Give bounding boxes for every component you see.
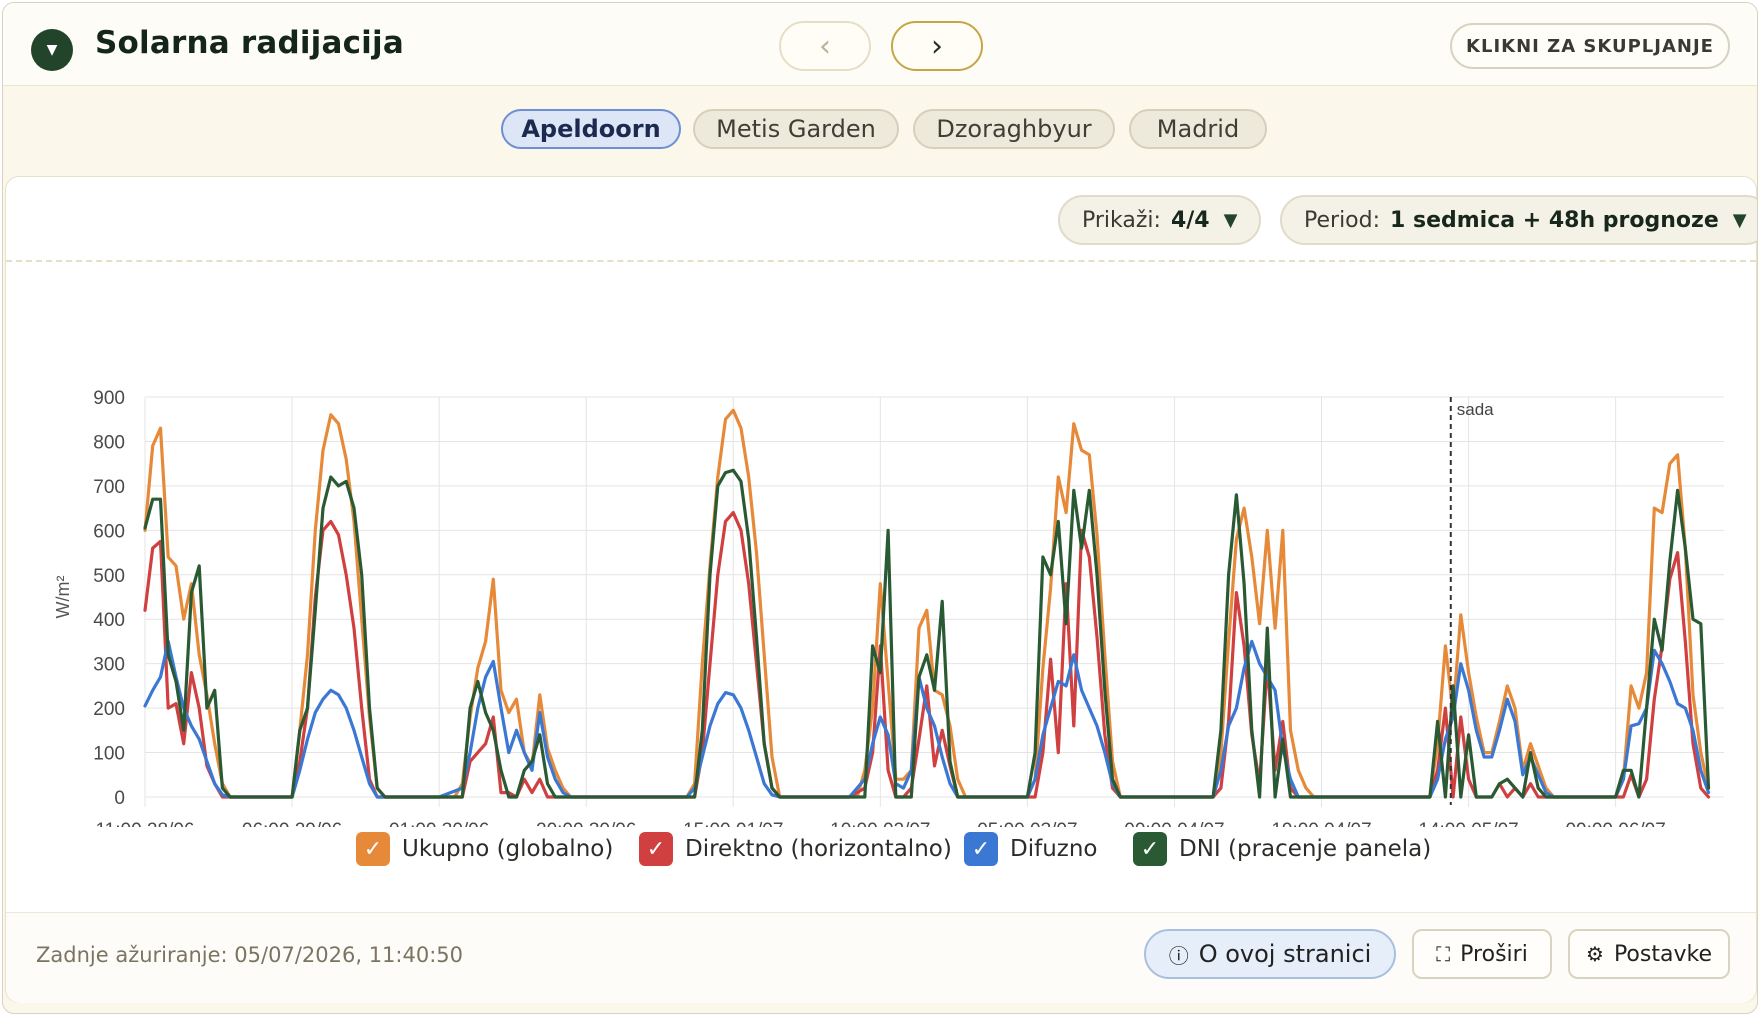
prev-button[interactable]: ‹ <box>779 21 871 71</box>
period-dropdown[interactable]: Period: 1 sedmica + 48h prognoze ▼ <box>1280 195 1757 245</box>
x-tick-label: 19:00 04/07 <box>1271 820 1371 827</box>
settings-button[interactable]: ⚙ Postavke <box>1568 929 1730 979</box>
period-label: Period: <box>1304 207 1381 233</box>
legend-item-direct[interactable]: ✓ Direktno (horizontalno) <box>639 832 952 866</box>
gear-icon: ⚙ <box>1586 942 1604 966</box>
y-tick-label: 900 <box>93 388 125 409</box>
checkbox-checked-icon[interactable]: ✓ <box>964 832 998 866</box>
series-line <box>143 408 1711 799</box>
period-value: 1 sedmica + 48h prognoze <box>1390 207 1719 233</box>
y-tick-label: 500 <box>93 566 125 587</box>
expand-button[interactable]: ⛶ Proširi <box>1412 929 1552 979</box>
x-tick-label: 14:00 05/07 <box>1418 820 1518 827</box>
checkbox-checked-icon[interactable]: ✓ <box>1133 832 1167 866</box>
settings-label: Postavke <box>1613 941 1712 967</box>
about-page-button[interactable]: ⓘ O ovoj stranici <box>1144 929 1396 979</box>
expand-label: Proširi <box>1460 941 1528 967</box>
legend-label: Difuzno <box>1010 836 1098 862</box>
radiation-line-chart: 0 100 200 300 400 500 600 700 800 900 11:00 28/06 0… <box>53 388 1724 827</box>
y-tick-label: 700 <box>93 477 125 498</box>
x-tick-label: 00:00 04/07 <box>1124 820 1224 827</box>
card-header: ▼ Solarna radijacija ‹ › KLIKNI ZA SKUPL… <box>3 3 1757 86</box>
y-tick-label: 600 <box>93 521 125 542</box>
solar-radiation-card: ▼ Solarna radijacija ‹ › KLIKNI ZA SKUPL… <box>2 2 1758 1014</box>
expand-icon: ⛶ <box>1436 942 1451 966</box>
show-series-dropdown[interactable]: Prikaži: 4/4 ▼ <box>1058 195 1262 245</box>
series-line <box>143 468 1711 799</box>
show-value: 4/4 <box>1170 207 1210 233</box>
next-button[interactable]: › <box>891 21 983 71</box>
location-tabs: Apeldoorn Metis Garden Dzoraghbyur Madri… <box>3 109 1757 151</box>
chart-legend: ✓ Ukupno (globalno) ✓ Direktno (horizont… <box>6 832 1756 872</box>
y-tick-label: 400 <box>93 610 125 631</box>
tab-madrid[interactable]: Madrid <box>1129 109 1267 149</box>
y-tick-label: 100 <box>93 744 125 765</box>
about-label: O ovoj stranici <box>1198 940 1372 968</box>
chevron-left-icon: ‹ <box>819 28 831 64</box>
y-tick-label: 800 <box>93 432 125 453</box>
chevron-right-icon: › <box>931 28 943 64</box>
divider <box>6 260 1756 262</box>
page-title: Solarna radijacija <box>95 25 404 61</box>
checkbox-checked-icon[interactable]: ✓ <box>356 832 390 866</box>
tab-metis-garden[interactable]: Metis Garden <box>693 109 899 149</box>
y-tick-label: 300 <box>93 655 125 676</box>
x-tick-label: 11:00 28/06 <box>96 820 195 827</box>
caret-down-icon: ▼ <box>1223 209 1238 231</box>
legend-label: Direktno (horizontalno) <box>685 836 952 862</box>
y-axis-label: W/m² <box>53 576 73 619</box>
show-label: Prikaži: <box>1082 207 1161 233</box>
checkbox-checked-icon[interactable]: ✓ <box>639 832 673 866</box>
now-marker-label: sada <box>1457 400 1494 419</box>
x-tick-label: 15:00 01/07 <box>683 820 783 827</box>
caret-down-icon: ▼ <box>1732 209 1747 231</box>
info-icon: ⓘ <box>1168 943 1189 968</box>
collapse-toggle-icon[interactable]: ▼ <box>31 29 73 71</box>
legend-label: Ukupno (globalno) <box>402 836 614 862</box>
tab-apeldoorn[interactable]: Apeldoorn <box>501 109 681 149</box>
x-tick-label: 10:00 02/07 <box>830 820 930 827</box>
collapse-button[interactable]: KLIKNI ZA SKUPLJANJE <box>1450 23 1730 69</box>
x-tick-label: 01:00 30/06 <box>389 820 489 827</box>
x-tick-label: 09:00 06/07 <box>1565 820 1665 827</box>
legend-item-dni[interactable]: ✓ DNI (pracenje panela) <box>1133 832 1431 866</box>
legend-label: DNI (pracenje panela) <box>1179 836 1432 862</box>
legend-item-diffuse[interactable]: ✓ Difuzno <box>964 832 1098 866</box>
x-tick-label: 20:00 30/06 <box>536 820 636 827</box>
legend-item-global[interactable]: ✓ Ukupno (globalno) <box>356 832 613 866</box>
x-tick-label: 05:00 03/07 <box>977 820 1077 827</box>
y-tick-label: 0 <box>114 788 125 809</box>
tab-dzoraghbyur[interactable]: Dzoraghbyur <box>913 109 1115 149</box>
chart-panel: Prikaži: 4/4 ▼ Period: 1 sedmica + 48h p… <box>5 176 1757 1003</box>
x-tick-label: 06:00 29/06 <box>242 820 342 827</box>
panel-footer: Zadnje ažuriranje: 05/07/2026, 11:40:50 … <box>6 912 1756 1003</box>
y-tick-label: 200 <box>93 699 125 720</box>
last-updated-text: Zadnje ažuriranje: 05/07/2026, 11:40:50 <box>36 943 464 967</box>
